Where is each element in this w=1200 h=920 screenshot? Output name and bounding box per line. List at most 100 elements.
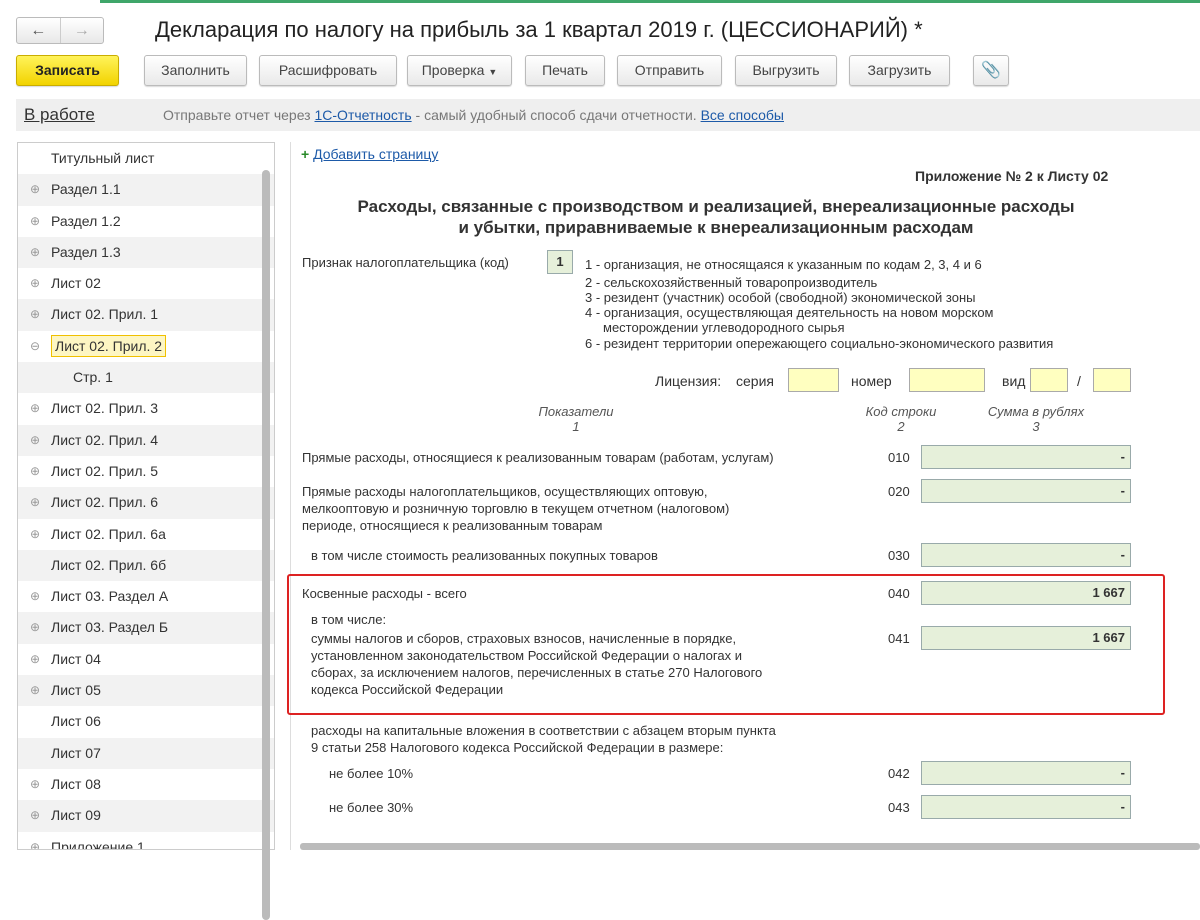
tree-item[interactable]: ⊕ Лист 02 bbox=[18, 268, 274, 299]
reporting-link[interactable]: 1С-Отчетность bbox=[315, 107, 412, 123]
tree-item-label: Лист 02. Прил. 2 bbox=[51, 334, 167, 357]
check-dropdown-button[interactable]: Проверка ▼ bbox=[407, 55, 512, 86]
back-button[interactable]: ← bbox=[17, 18, 60, 43]
row-label: 9 статьи 258 Налогового кодекса Российск… bbox=[311, 740, 724, 755]
tree-item[interactable]: ⊕ Раздел 1.2 bbox=[18, 206, 274, 237]
slash: / bbox=[1077, 373, 1081, 389]
tree-item[interactable]: ⊕ Лист 02. Прил. 4 bbox=[18, 424, 274, 456]
export-button[interactable]: Выгрузить bbox=[735, 55, 837, 86]
tree-item[interactable]: Лист 02. Прил. 6б bbox=[18, 549, 274, 582]
tree-item[interactable]: ⊕ Раздел 1.1 bbox=[18, 174, 274, 206]
row-sum-field[interactable]: - bbox=[921, 445, 1131, 469]
row-code: 030 bbox=[888, 548, 910, 563]
expand-icon[interactable]: ⊕ bbox=[30, 769, 40, 800]
expand-icon[interactable]: ⊕ bbox=[30, 206, 40, 237]
form-area: + Добавить страницу Приложение № 2 к Лис… bbox=[290, 142, 1200, 850]
tree-item-label: Лист 02. Прил. 6б bbox=[51, 556, 167, 573]
horizontal-scrollbar[interactable] bbox=[300, 843, 1200, 850]
row-label: расходы на капитальные вложения в соотве… bbox=[311, 723, 776, 738]
tree-item-label: Лист 08 bbox=[51, 775, 101, 792]
tree-item[interactable]: Лист 06 bbox=[18, 706, 274, 737]
expand-icon[interactable]: ⊕ bbox=[30, 268, 40, 299]
collapse-icon[interactable]: ⊖ bbox=[30, 331, 40, 362]
fill-button[interactable]: Заполнить bbox=[144, 55, 247, 86]
tree-item[interactable]: Лист 07 bbox=[18, 737, 274, 769]
print-button[interactable]: Печать bbox=[525, 55, 605, 86]
license-number-label: номер bbox=[851, 373, 892, 389]
save-button[interactable]: Записать bbox=[16, 55, 119, 86]
row-sum-field[interactable]: - bbox=[921, 543, 1131, 567]
tree-item[interactable]: ⊖ Лист 02. Прил. 2 bbox=[18, 331, 274, 362]
tree-item[interactable]: ⊕ Лист 02. Прил. 5 bbox=[18, 456, 274, 487]
attach-button[interactable]: 📎 bbox=[973, 55, 1009, 86]
paperclip-icon: 📎 bbox=[981, 62, 1001, 79]
forward-button[interactable]: → bbox=[59, 18, 104, 43]
license-type2-input[interactable] bbox=[1093, 368, 1131, 392]
tree-item-label: Лист 02. Прил. 5 bbox=[51, 462, 159, 479]
form-heading: Расходы, связанные с производством и реа… bbox=[357, 197, 1075, 216]
tree-scrollbar[interactable] bbox=[260, 145, 272, 920]
tree-item[interactable]: ⊕ Лист 09 bbox=[18, 800, 274, 832]
row-sum-field[interactable]: - bbox=[921, 479, 1131, 503]
tree-item[interactable]: ⊕ Лист 05 bbox=[18, 675, 274, 707]
row-sum-field[interactable]: - bbox=[921, 761, 1131, 785]
sections-tree: Титульный лист ⊕ Раздел 1.1 ⊕ Раздел 1.2 ⊕ Раз… bbox=[17, 142, 275, 850]
expand-icon[interactable]: ⊕ bbox=[30, 519, 40, 550]
expand-icon[interactable]: ⊕ bbox=[30, 393, 40, 424]
status-link[interactable]: В работе bbox=[24, 105, 95, 125]
expand-icon[interactable]: ⊕ bbox=[30, 800, 40, 831]
tree-item[interactable]: ⊕ Приложение 1 bbox=[18, 832, 274, 849]
taxpayer-label: Признак налогоплательщика (код) bbox=[302, 255, 509, 270]
tree-item[interactable]: ⊕ Раздел 1.3 bbox=[18, 236, 274, 269]
expand-icon[interactable]: ⊕ bbox=[30, 456, 40, 487]
msg-text: Отправьте отчет через bbox=[163, 107, 311, 123]
code-option: 3 - резидент (участник) особой (свободно… bbox=[585, 290, 976, 305]
tree-item[interactable]: ⊕ Лист 04 bbox=[18, 644, 274, 675]
tree-item[interactable]: ⊕ Лист 08 bbox=[18, 769, 274, 800]
expand-icon[interactable]: ⊕ bbox=[30, 832, 40, 849]
tree-item-label: Раздел 1.2 bbox=[51, 212, 121, 229]
expand-icon[interactable]: ⊕ bbox=[30, 644, 40, 675]
tree-item-label: Лист 03. Раздел Б bbox=[51, 619, 169, 636]
tree-item[interactable]: ⊕ Лист 02. Прил. 6 bbox=[18, 487, 274, 519]
license-number-input[interactable] bbox=[909, 368, 985, 392]
row-sum-field[interactable]: - bbox=[921, 795, 1131, 819]
add-page-link[interactable]: + Добавить страницу bbox=[301, 146, 438, 162]
expand-icon[interactable]: ⊕ bbox=[30, 425, 40, 456]
expand-icon[interactable]: ⊕ bbox=[30, 237, 40, 268]
tree-item[interactable]: Титульный лист bbox=[18, 143, 274, 174]
tree-item[interactable]: ⊕ Лист 03. Раздел А bbox=[18, 581, 274, 612]
tree-item-label: Лист 02. Прил. 6 bbox=[51, 494, 159, 511]
tree-item[interactable]: ⊕ Лист 02. Прил. 1 bbox=[18, 299, 274, 331]
code-option: 1 - организация, не относящаяся к указан… bbox=[585, 257, 982, 272]
expand-icon[interactable]: ⊕ bbox=[30, 487, 40, 518]
row-label: периоде, относящиеся к реализованным тов… bbox=[302, 518, 603, 533]
decode-button[interactable]: Расшифровать bbox=[259, 55, 397, 86]
col-number: 2 bbox=[897, 419, 905, 434]
tree-item[interactable]: ⊕ Лист 03. Раздел Б bbox=[18, 612, 274, 644]
scroll-thumb[interactable] bbox=[262, 170, 270, 920]
all-methods-link[interactable]: Все способы bbox=[701, 107, 784, 123]
send-button[interactable]: Отправить bbox=[617, 55, 722, 86]
license-type-label: вид bbox=[1002, 373, 1026, 389]
row-label: не более 10% bbox=[329, 766, 414, 781]
expand-icon[interactable]: ⊕ bbox=[30, 581, 40, 612]
tree-item[interactable]: ⊕ Лист 02. Прил. 3 bbox=[18, 393, 274, 424]
form-heading: и убытки, приравниваемые к внереализацио… bbox=[458, 218, 974, 237]
license-series-input[interactable] bbox=[788, 368, 839, 392]
tree-item[interactable]: ⊕ Лист 02. Прил. 6а bbox=[18, 519, 274, 550]
col-header: Показатели bbox=[538, 404, 614, 419]
row-label: в том числе стоимость реализованных поку… bbox=[311, 548, 658, 563]
tree-item[interactable]: Стр. 1 bbox=[18, 362, 274, 394]
expand-icon[interactable]: ⊕ bbox=[30, 174, 40, 205]
license-type-input[interactable] bbox=[1030, 368, 1068, 392]
expand-icon[interactable]: ⊕ bbox=[30, 675, 40, 706]
expand-icon[interactable]: ⊕ bbox=[30, 612, 40, 643]
taxpayer-code-field[interactable]: 1 bbox=[547, 250, 573, 274]
import-button[interactable]: Загрузить bbox=[849, 55, 950, 86]
code-option: 4 - организация, осуществляющая деятельн… bbox=[585, 305, 994, 320]
expand-icon[interactable]: ⊕ bbox=[30, 299, 40, 330]
tree-item-label: Лист 06 bbox=[51, 713, 101, 730]
page-title: Декларация по налогу на прибыль за 1 ква… bbox=[155, 17, 923, 42]
row-label: не более 30% bbox=[329, 800, 414, 815]
